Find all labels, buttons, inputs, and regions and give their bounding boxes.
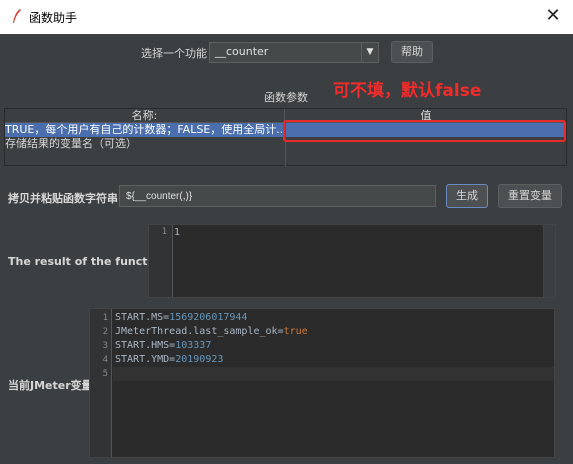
help-button[interactable]: 帮助	[391, 41, 433, 63]
jmeter-vars-editor[interactable]: 1 2 3 4 5 START.MS=1569206017944 JMeterT…	[89, 308, 555, 458]
line-number-gutter: 1 2 3 4 5	[90, 309, 112, 457]
param-name-cell[interactable]: 存储结果的变量名（可选）	[5, 137, 285, 151]
function-string-label: 拷贝并粘贴函数字符串	[8, 192, 118, 205]
result-text: 1	[174, 227, 181, 238]
function-select-label: 选择一个功能	[141, 47, 207, 60]
jmeter-feather-icon	[13, 9, 21, 23]
column-header-name[interactable]: 名称:	[5, 109, 285, 123]
line-number: 2	[102, 327, 108, 337]
line-number: 1	[102, 313, 108, 323]
var-key: START.MS=	[115, 312, 170, 323]
var-value: true	[283, 326, 308, 337]
current-line-highlight	[113, 367, 554, 381]
var-key: START.YMD=	[115, 354, 176, 365]
code-line: JMeterThread.last_sample_ok=true	[115, 326, 308, 337]
var-value: 103337	[175, 340, 212, 351]
function-string-input[interactable]	[119, 185, 436, 207]
red-highlight-box	[283, 120, 566, 142]
param-name-cell[interactable]: TRUE，每个用户有自己的计数器；FALSE，使用全局计...	[5, 123, 285, 137]
red-annotation-text: 可不填，默认false	[333, 81, 482, 101]
jmeter-vars-label: 当前JMeter变量	[8, 379, 93, 392]
function-select[interactable]: __counter ▼	[209, 42, 379, 63]
line-number: 1	[161, 227, 167, 237]
code-line: START.MS=1569206017944	[115, 312, 247, 323]
line-number: 4	[102, 355, 108, 365]
window-title: 函数助手	[29, 11, 78, 25]
generate-button[interactable]: 生成	[446, 184, 488, 208]
params-section-label: 函数参数	[264, 91, 308, 104]
result-editor[interactable]: 1 1	[148, 224, 556, 298]
title-bar: 函数助手 ✕	[0, 0, 573, 34]
close-button[interactable]: ✕	[533, 0, 573, 34]
line-number-gutter: 1	[149, 225, 173, 297]
var-value: 1569206017944	[169, 312, 248, 323]
code-line: START.YMD=20190923	[115, 354, 223, 365]
var-value: 20190923	[175, 354, 224, 365]
function-select-value: __counter	[215, 45, 269, 58]
var-key: START.HMS=	[115, 340, 176, 351]
reset-variables-button[interactable]: 重置变量	[498, 184, 562, 208]
scrollbar[interactable]	[543, 225, 555, 297]
var-key: JMeterThread.last_sample_ok=	[115, 326, 284, 337]
line-number: 5	[102, 369, 108, 379]
code-line: START.HMS=103337	[115, 340, 211, 351]
chevron-down-icon[interactable]: ▼	[361, 43, 378, 62]
line-number: 3	[102, 341, 108, 351]
